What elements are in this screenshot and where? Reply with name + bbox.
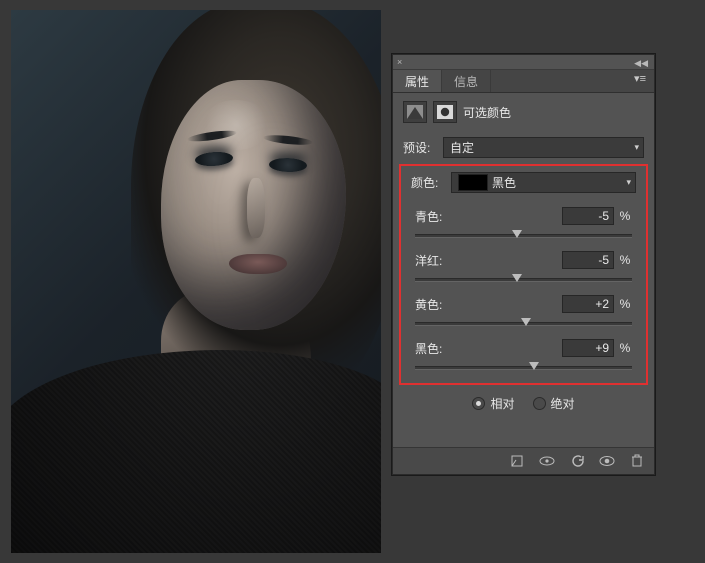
slider-track[interactable] (415, 317, 632, 329)
adjustment-header: 可选颜色 (393, 93, 654, 133)
color-select[interactable]: 黑色 ▾ (451, 172, 636, 193)
clip-icon[interactable] (508, 452, 526, 470)
sliders-group: 青色:-5%洋红:-5%黄色:+2%黑色:+9% (405, 197, 642, 373)
slider-thumb[interactable] (512, 230, 522, 238)
slider-track[interactable] (415, 229, 632, 241)
slider-unit: % (618, 341, 632, 355)
slider-value-input[interactable]: +9 (562, 339, 614, 357)
trash-icon[interactable] (628, 452, 646, 470)
slider-unit: % (618, 253, 632, 267)
radio-absolute-label: 绝对 (551, 395, 575, 412)
adjustment-type-icon (403, 101, 427, 123)
highlighted-region: 颜色: 黑色 ▾ 青色:-5%洋红:-5%黄色:+2%黑色:+9% (399, 164, 648, 385)
slider-value-input[interactable]: -5 (562, 251, 614, 269)
slider-thumb[interactable] (521, 318, 531, 326)
slider-unit: % (618, 209, 632, 223)
slider-value-input[interactable]: -5 (562, 207, 614, 225)
document-canvas[interactable] (11, 10, 381, 553)
color-label: 颜色: (411, 174, 445, 191)
slider-label: 青色: (415, 208, 562, 225)
collapse-icon[interactable]: ◀◀ (634, 58, 648, 69)
portrait-illustration (11, 10, 381, 553)
radio-dot (472, 397, 485, 410)
visibility-icon[interactable] (598, 452, 616, 470)
preset-select[interactable]: 自定 ▾ (443, 137, 644, 158)
tab-properties[interactable]: 属性 (393, 69, 442, 92)
preset-value: 自定 (450, 139, 474, 156)
slider-0: 青色:-5% (405, 197, 642, 241)
panel-menu-icon[interactable]: ▾≡ (626, 70, 654, 92)
view-previous-icon[interactable] (538, 452, 556, 470)
adjustment-title: 可选颜色 (463, 104, 511, 121)
slider-value-input[interactable]: +2 (562, 295, 614, 313)
slider-thumb[interactable] (529, 362, 539, 370)
radio-relative-label: 相对 (490, 395, 514, 412)
radio-absolute[interactable]: 绝对 (533, 395, 575, 412)
radio-relative[interactable]: 相对 (472, 395, 514, 412)
slider-3: 黑色:+9% (405, 329, 642, 373)
slider-track[interactable] (415, 361, 632, 373)
slider-label: 黑色: (415, 340, 562, 357)
color-row: 颜色: 黑色 ▾ (405, 170, 642, 197)
panel-titlebar[interactable]: × ◀◀ (393, 55, 654, 70)
method-radio-group: 相对 绝对 (393, 385, 654, 418)
slider-label: 洋红: (415, 252, 562, 269)
tab-info[interactable]: 信息 (442, 70, 491, 92)
slider-2: 黄色:+2% (405, 285, 642, 329)
slider-label: 黄色: (415, 296, 562, 313)
chevron-down-icon: ▾ (626, 177, 631, 188)
slider-thumb[interactable] (512, 274, 522, 282)
slider-1: 洋红:-5% (405, 241, 642, 285)
slider-unit: % (618, 297, 632, 311)
panel-tabs: 属性 信息 ▾≡ (393, 70, 654, 93)
layer-mask-icon[interactable] (433, 101, 457, 123)
properties-panel: × ◀◀ 属性 信息 ▾≡ 可选颜色 预设: 自定 ▾ 颜色: 黑色 (392, 54, 655, 475)
slider-track[interactable] (415, 273, 632, 285)
panel-footer (393, 447, 654, 474)
close-icon[interactable]: × (397, 57, 402, 67)
reset-icon[interactable] (568, 452, 586, 470)
preset-label: 预设: (403, 139, 437, 156)
color-value: 黑色 (492, 174, 516, 191)
color-swatch (458, 174, 488, 191)
preset-row: 预设: 自定 ▾ (393, 133, 654, 164)
chevron-down-icon: ▾ (634, 142, 639, 153)
radio-dot (533, 397, 546, 410)
